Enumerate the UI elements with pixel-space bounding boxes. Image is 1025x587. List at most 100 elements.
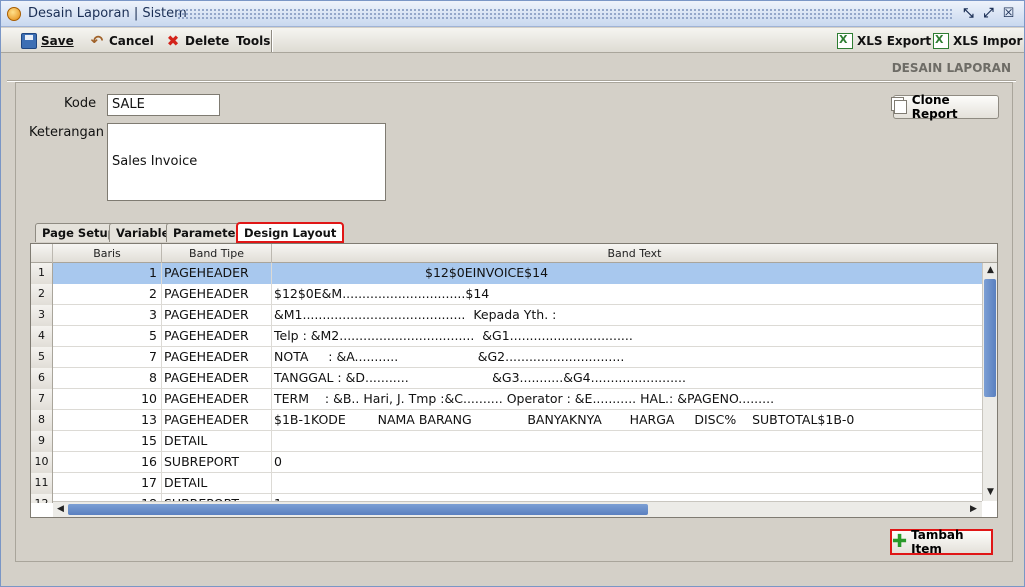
tools-label: Tools <box>236 34 271 48</box>
excel-icon <box>837 33 853 49</box>
cell-band-tipe[interactable]: PAGEHEADER <box>162 326 272 347</box>
table-row[interactable]: 9 15 DETAIL <box>31 431 982 452</box>
cell-baris[interactable]: 1 <box>53 263 162 284</box>
header-band-text[interactable]: Band Text <box>272 244 997 263</box>
header-band-tipe[interactable]: Band Tipe <box>162 244 272 263</box>
cancel-button[interactable]: ↶ Cancel <box>89 31 154 51</box>
table-row[interactable]: 2 2 PAGEHEADER $12$0E&M....................… <box>31 284 982 305</box>
cell-band-text[interactable]: Telp : &M2..............................… <box>272 326 982 347</box>
cell-baris[interactable]: 2 <box>53 284 162 305</box>
cell-band-text[interactable]: 0 <box>272 452 982 473</box>
grid-header: Baris Band Tipe Band Text <box>31 244 997 263</box>
excel-icon <box>933 33 949 49</box>
cell-band-text[interactable]: $12$0EINVOICE$14 <box>272 263 982 284</box>
maximize-icon[interactable]: ⤢ <box>980 5 997 22</box>
cell-band-text[interactable]: $1B-1KODE NAMA BARANG BANYAKNYA HARGA DI… <box>272 410 982 431</box>
cell-band-tipe[interactable]: PAGEHEADER <box>162 347 272 368</box>
tab-parameter[interactable]: Parameter <box>166 223 249 242</box>
row-index[interactable]: 2 <box>31 284 53 305</box>
cell-band-tipe[interactable]: PAGEHEADER <box>162 389 272 410</box>
cell-band-tipe[interactable]: DETAIL <box>162 431 272 452</box>
tools-button[interactable]: Tools <box>236 31 270 51</box>
cell-baris[interactable]: 17 <box>53 473 162 494</box>
save-button[interactable]: Save <box>21 31 74 51</box>
cell-band-text[interactable]: TERM : &B.. Hari, J. Tmp :&C.......... O… <box>272 389 982 410</box>
cell-band-text[interactable] <box>272 431 982 452</box>
tambah-item-button[interactable]: ✚ Tambah Item <box>890 528 993 556</box>
table-row[interactable]: 7 10 PAGEHEADER TERM : &B.. Hari, J. Tmp :&… <box>31 389 982 410</box>
row-index[interactable]: 7 <box>31 389 53 410</box>
header-baris[interactable]: Baris <box>53 244 162 263</box>
cell-baris[interactable]: 15 <box>53 431 162 452</box>
toolbar-separator <box>271 30 272 52</box>
header-corner <box>31 244 53 263</box>
row-index[interactable]: 1 <box>31 263 53 284</box>
close-icon[interactable]: ☒ <box>1000 5 1017 22</box>
xls-export-button[interactable]: XLS Export <box>837 31 931 51</box>
save-icon <box>21 33 37 49</box>
keterangan-label: Keterangan <box>29 125 104 140</box>
cell-baris[interactable]: 5 <box>53 326 162 347</box>
row-index[interactable]: 11 <box>31 473 53 494</box>
clone-report-button[interactable]: Clone Report <box>893 93 999 121</box>
table-row[interactable]: 6 8 PAGEHEADER TANGGAL : &D........... &G3.… <box>31 368 982 389</box>
undo-icon: ↶ <box>90 32 104 50</box>
cell-band-tipe[interactable]: PAGEHEADER <box>162 410 272 431</box>
table-row[interactable]: 5 7 PAGEHEADER NOTA : &A........... &G2....… <box>31 347 982 368</box>
horizontal-scrollbar[interactable]: ◀ ▶ <box>53 501 982 517</box>
cell-band-text[interactable]: $12$0E&M...............................$… <box>272 284 982 305</box>
tab-design-layout[interactable]: Design Layout <box>235 222 345 243</box>
cell-baris[interactable]: 7 <box>53 347 162 368</box>
xls-import-button[interactable]: XLS Impor <box>933 31 1022 51</box>
cell-band-text[interactable]: TANGGAL : &D........... &G3...........&G… <box>272 368 982 389</box>
row-index[interactable]: 10 <box>31 452 53 473</box>
cell-band-text[interactable] <box>272 473 982 494</box>
cell-baris[interactable]: 10 <box>53 389 162 410</box>
scroll-right-icon[interactable]: ▶ <box>967 503 980 516</box>
row-index[interactable]: 3 <box>31 305 53 326</box>
xls-export-label: XLS Export <box>857 34 932 48</box>
table-row[interactable]: 4 5 PAGEHEADER Telp : &M2..................… <box>31 326 982 347</box>
scroll-down-icon[interactable]: ▼ <box>984 486 997 499</box>
layout-grid: Baris Band Tipe Band Text 1 1 PAGEHEADER $… <box>30 243 998 518</box>
page-heading: DESAIN LAPORAN <box>891 61 1011 75</box>
table-row[interactable]: 1 1 PAGEHEADER $12$0EINVOICE$14 <box>31 263 982 284</box>
table-row[interactable]: 10 16 SUBREPORT 0 <box>31 452 982 473</box>
keterangan-textarea[interactable]: Sales Invoice <box>107 123 386 201</box>
cell-baris[interactable]: 8 <box>53 368 162 389</box>
cell-baris[interactable]: 16 <box>53 452 162 473</box>
cell-baris[interactable]: 3 <box>53 305 162 326</box>
horizontal-scroll-thumb[interactable] <box>68 504 648 515</box>
app-logo-icon <box>7 7 21 21</box>
cell-band-text[interactable]: &M1.....................................… <box>272 305 982 326</box>
cell-band-text[interactable]: NOTA : &A........... &G2................… <box>272 347 982 368</box>
cell-band-tipe[interactable]: PAGEHEADER <box>162 368 272 389</box>
cell-band-tipe[interactable]: DETAIL <box>162 473 272 494</box>
title-grip <box>177 8 952 20</box>
cell-band-tipe[interactable]: PAGEHEADER <box>162 305 272 326</box>
kode-input[interactable]: SALE <box>107 94 220 116</box>
vertical-scroll-thumb[interactable] <box>984 279 996 397</box>
minimize-icon[interactable]: ⤡ <box>960 5 977 22</box>
scroll-up-icon[interactable]: ▲ <box>984 264 997 277</box>
title-bar: Desain Laporan | Sistem ⤡ ⤢ ☒ <box>1 1 1024 27</box>
delete-button[interactable]: ✖ Delete <box>165 31 230 51</box>
table-row[interactable]: 3 3 PAGEHEADER &M1.........................… <box>31 305 982 326</box>
row-index[interactable]: 9 <box>31 431 53 452</box>
scroll-left-icon[interactable]: ◀ <box>54 503 67 516</box>
row-index[interactable]: 8 <box>31 410 53 431</box>
row-index[interactable]: 4 <box>31 326 53 347</box>
cell-baris[interactable]: 13 <box>53 410 162 431</box>
row-index[interactable]: 12 <box>31 494 53 503</box>
table-row[interactable]: 11 17 DETAIL <box>31 473 982 494</box>
row-index[interactable]: 5 <box>31 347 53 368</box>
cell-band-tipe[interactable]: PAGEHEADER <box>162 284 272 305</box>
table-row[interactable]: 8 13 PAGEHEADER $1B-1KODE NAMA BARANG BANYA… <box>31 410 982 431</box>
row-index[interactable]: 6 <box>31 368 53 389</box>
vertical-scrollbar[interactable]: ▲ ▼ <box>982 263 997 501</box>
cell-band-tipe[interactable]: SUBREPORT <box>162 452 272 473</box>
grid-body: 1 1 PAGEHEADER $12$0EINVOICE$14 2 2 PAGEHEADE… <box>31 263 982 503</box>
toolbar: Save ↶ Cancel ✖ Delete Tools XLS Export … <box>1 28 1024 53</box>
cell-band-tipe[interactable]: PAGEHEADER <box>162 263 272 284</box>
clone-label: Clone Report <box>911 93 958 121</box>
